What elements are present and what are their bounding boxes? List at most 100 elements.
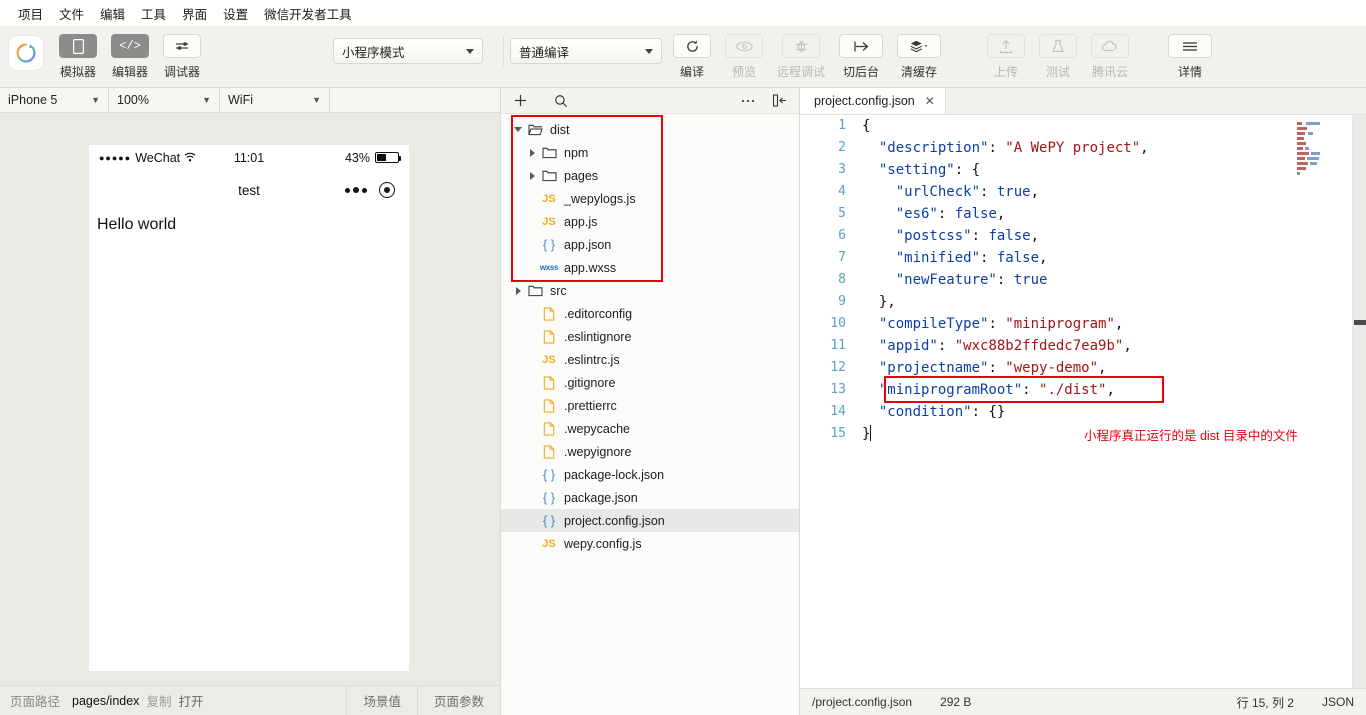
editor-code-line[interactable]: {: [862, 115, 1366, 137]
tree-indent: [527, 217, 537, 227]
phone-simulator[interactable]: ●●●●● WeChat 11:01 43%: [89, 145, 409, 671]
action-details[interactable]: 详情: [1164, 26, 1216, 80]
editor-code-line[interactable]: "description": "A WePY project",: [862, 137, 1366, 159]
disclosure-triangle-icon[interactable]: [527, 171, 537, 181]
file-tree-row[interactable]: dist: [501, 118, 799, 141]
menu-item-project[interactable]: 项目: [10, 4, 51, 23]
flask-icon[interactable]: [1039, 34, 1077, 58]
code-token: ,: [1098, 360, 1106, 376]
refresh-icon[interactable]: [673, 34, 711, 58]
action-upload[interactable]: 上传: [980, 26, 1032, 80]
network-select[interactable]: WiFi ▼: [220, 88, 330, 112]
page-params-button[interactable]: 页面参数: [417, 686, 500, 715]
editor-code-line[interactable]: "newFeature": true: [862, 269, 1366, 291]
file-tree-row[interactable]: .editorconfig: [501, 302, 799, 325]
file-tree-row[interactable]: wxssapp.wxss: [501, 256, 799, 279]
bug-icon[interactable]: [782, 34, 820, 58]
js-file-icon: JS: [539, 538, 559, 550]
file-tree-row[interactable]: { }app.json: [501, 233, 799, 256]
action-remote-debug[interactable]: 远程调试: [770, 26, 832, 80]
layers-icon[interactable]: [897, 34, 941, 58]
file-tree-row[interactable]: JS.eslintrc.js: [501, 348, 799, 371]
upload-icon[interactable]: [987, 34, 1025, 58]
phone-icon[interactable]: [59, 34, 97, 58]
plus-icon[interactable]: [513, 93, 528, 108]
background-icon[interactable]: [839, 34, 883, 58]
editor-minimap[interactable]: [1294, 121, 1340, 181]
status-cursor-position[interactable]: 行 15, 列 2: [1237, 694, 1294, 711]
file-tree-row[interactable]: { }project.config.json: [501, 509, 799, 532]
menu-item-settings[interactable]: 设置: [215, 4, 256, 23]
editor-code-line[interactable]: "projectname": "wepy-demo",: [862, 357, 1366, 379]
status-language[interactable]: JSON: [1294, 695, 1354, 709]
action-test[interactable]: 测试: [1032, 26, 1084, 80]
editor-tab-project-config[interactable]: project.config.json ✕: [800, 88, 946, 114]
more-dots-icon[interactable]: [345, 187, 367, 193]
editor-scrollbar-thumb[interactable]: [1354, 320, 1366, 325]
disclosure-triangle-icon[interactable]: [527, 148, 537, 158]
file-tree-row[interactable]: .wepycache: [501, 417, 799, 440]
compile-select[interactable]: 普通编译: [510, 38, 662, 64]
menu-item-file[interactable]: 文件: [51, 4, 92, 23]
editor-code[interactable]: { "description": "A WePY project", "sett…: [862, 115, 1366, 445]
action-compile[interactable]: 编译: [666, 26, 718, 80]
menu-item-ui[interactable]: 界面: [174, 4, 215, 23]
ellipsis-icon[interactable]: [741, 99, 755, 103]
file-tree-row[interactable]: { }package-lock.json: [501, 463, 799, 486]
scene-value-button[interactable]: 场景值: [346, 686, 417, 715]
copy-path-link[interactable]: 复制: [139, 691, 171, 710]
open-path-link[interactable]: 打开: [171, 691, 203, 710]
zoom-select[interactable]: 100% ▼: [109, 88, 220, 112]
editor-code-line[interactable]: "appid": "wxc88b2ffdedc7ea9b",: [862, 335, 1366, 357]
collapse-panel-icon[interactable]: [773, 94, 787, 107]
file-tree-row[interactable]: .wepyignore: [501, 440, 799, 463]
toggle-editor[interactable]: </> 编辑器: [104, 26, 156, 80]
file-tree-row[interactable]: .gitignore: [501, 371, 799, 394]
file-tree-row[interactable]: pages: [501, 164, 799, 187]
editor-code-line[interactable]: "minified": false,: [862, 247, 1366, 269]
action-preview[interactable]: 预览: [718, 26, 770, 80]
close-icon[interactable]: ✕: [925, 94, 935, 108]
editor-code-line[interactable]: "condition": {}: [862, 401, 1366, 423]
slider-icon[interactable]: [163, 34, 201, 58]
action-clear-cache[interactable]: 清缓存: [890, 26, 948, 80]
file-tree-row-label: wepy.config.js: [564, 537, 642, 551]
editor-code-line[interactable]: "urlCheck": true,: [862, 181, 1366, 203]
action-tencent-cloud[interactable]: 腾讯云: [1084, 26, 1136, 80]
editor-code-line[interactable]: },: [862, 291, 1366, 313]
file-tree-row[interactable]: .eslintignore: [501, 325, 799, 348]
device-select[interactable]: iPhone 5 ▼: [0, 88, 109, 112]
editor-code-line[interactable]: "compileType": "miniprogram",: [862, 313, 1366, 335]
file-tree-row[interactable]: { }package.json: [501, 486, 799, 509]
action-background[interactable]: 切后台: [832, 26, 890, 80]
editor-vertical-scrollbar[interactable]: [1352, 115, 1366, 688]
file-tree-list[interactable]: distnpmpagesJS_wepylogs.jsJSapp.js{ }app…: [501, 114, 799, 555]
editor-code-line[interactable]: "postcss": false,: [862, 225, 1366, 247]
editor-code-line[interactable]: "miniprogramRoot": "./dist",: [862, 379, 1366, 401]
file-tree-row[interactable]: src: [501, 279, 799, 302]
disclosure-triangle-icon[interactable]: [513, 125, 523, 135]
search-icon[interactable]: [554, 94, 568, 108]
file-tree-row[interactable]: .prettierrc: [501, 394, 799, 417]
code-token: [862, 360, 879, 376]
editor-body[interactable]: 123456789101112131415 { "description": "…: [800, 115, 1366, 688]
menu-item-devtools[interactable]: 微信开发者工具: [256, 4, 360, 23]
target-circle-icon[interactable]: [379, 182, 395, 198]
disclosure-triangle-icon[interactable]: [513, 286, 523, 296]
cloud-icon[interactable]: [1091, 34, 1129, 58]
code-icon[interactable]: </>: [111, 34, 149, 58]
toggle-simulator[interactable]: 模拟器: [52, 26, 104, 80]
menu-item-tools[interactable]: 工具: [133, 4, 174, 23]
phone-nav-bar: test: [89, 170, 409, 210]
menu-item-edit[interactable]: 编辑: [92, 4, 133, 23]
toggle-debugger[interactable]: 调试器: [156, 26, 208, 80]
file-tree-row[interactable]: JS_wepylogs.js: [501, 187, 799, 210]
editor-code-line[interactable]: "setting": {: [862, 159, 1366, 181]
eye-icon[interactable]: [725, 34, 763, 58]
editor-code-line[interactable]: "es6": false,: [862, 203, 1366, 225]
file-tree-row[interactable]: JSapp.js: [501, 210, 799, 233]
file-tree-row[interactable]: JS wepy.config.js: [501, 532, 799, 555]
hamburger-icon[interactable]: [1168, 34, 1212, 58]
mode-select[interactable]: 小程序模式: [333, 38, 483, 64]
file-tree-row[interactable]: npm: [501, 141, 799, 164]
